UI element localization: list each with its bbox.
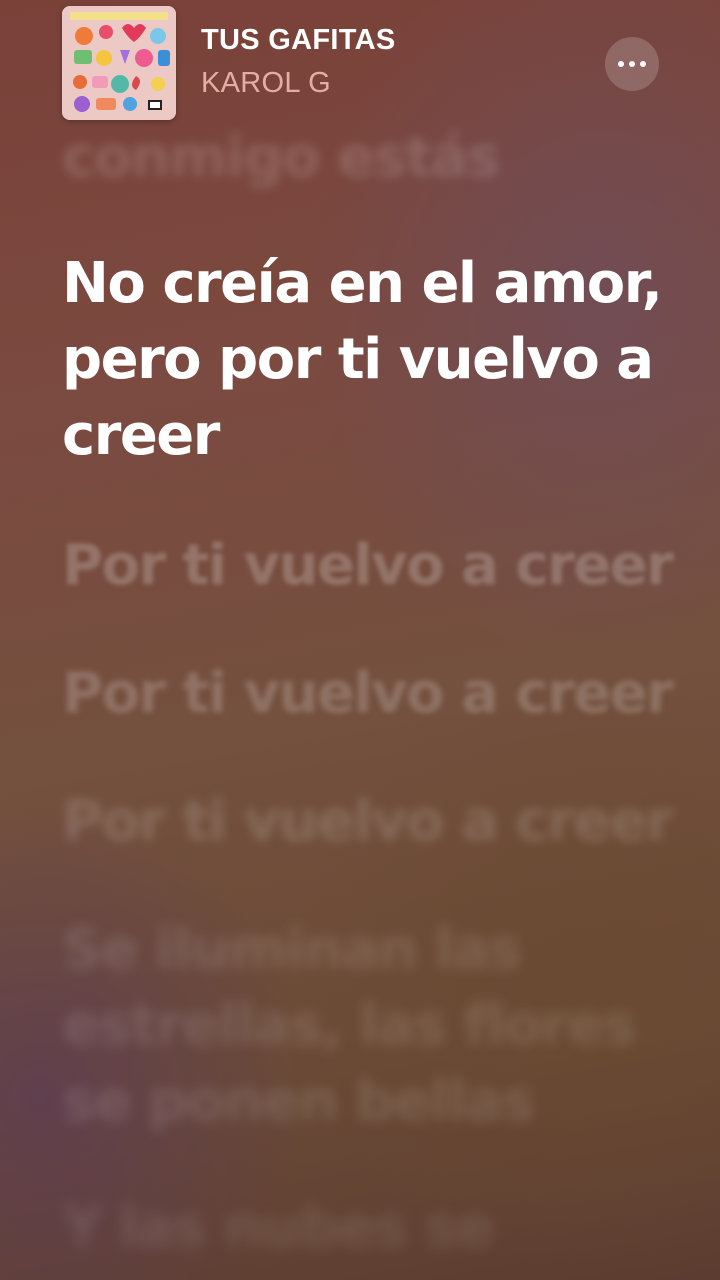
lyric-line-upcoming[interactable]: Por ti vuelvo a creer: [62, 784, 682, 860]
lyric-line-previous[interactable]: conmigo estás: [62, 120, 682, 196]
lyric-line-current[interactable]: No creía en el amor, pero por ti vuelvo …: [62, 246, 682, 474]
lyrics-view[interactable]: conmigo estás No creía en el amor, pero …: [62, 0, 682, 1280]
lyric-line-upcoming[interactable]: Se iluminan las estrellas, las flores se…: [62, 912, 682, 1140]
lyric-line-upcoming[interactable]: Y las nubes se: [62, 1190, 682, 1266]
lyric-line-upcoming[interactable]: Por ti vuelvo a creer: [62, 528, 682, 604]
lyric-line-upcoming[interactable]: Por ti vuelvo a creer: [62, 656, 682, 732]
